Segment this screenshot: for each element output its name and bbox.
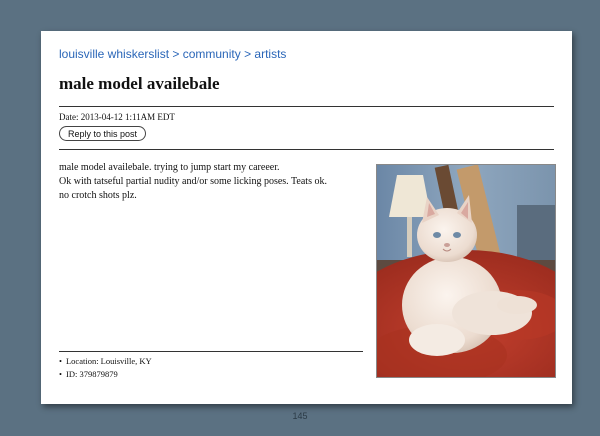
breadcrumb-site-link[interactable]: louisville whiskerslist [59, 47, 169, 61]
post-photo[interactable] [376, 164, 556, 378]
slide-page: louisville whiskerslist > community > ar… [41, 31, 572, 404]
location-attribute: Location: Louisville, KY [59, 355, 152, 368]
post-body-line: no crotch shots plz. [59, 190, 137, 201]
breadcrumb-section-link[interactable]: community [183, 47, 241, 61]
page-number: 145 [292, 411, 308, 421]
breadcrumb: louisville whiskerslist > community > ar… [59, 47, 286, 61]
reply-button[interactable]: Reply to this post [59, 126, 147, 141]
divider [59, 351, 363, 352]
post-title: male model availebale [59, 74, 220, 93]
id-attribute: ID: 379879879 [59, 368, 152, 381]
cat-photo-image [377, 165, 555, 377]
divider [59, 106, 554, 107]
post-body: male model availebale. trying to jump st… [59, 161, 369, 203]
breadcrumb-category-link[interactable]: artists [254, 47, 286, 61]
post-body-line: Ok with tatseful partial nudity and/or s… [59, 176, 327, 187]
breadcrumb-separator: > [169, 47, 183, 61]
breadcrumb-separator: > [240, 47, 255, 61]
post-attributes: Location: Louisville, KY ID: 379879879 [59, 355, 152, 381]
post-body-line: male model availebale. trying to jump st… [59, 162, 280, 173]
post-date: Date: 2013-04-12 1:11AM EDT [59, 112, 175, 122]
divider [59, 149, 554, 150]
